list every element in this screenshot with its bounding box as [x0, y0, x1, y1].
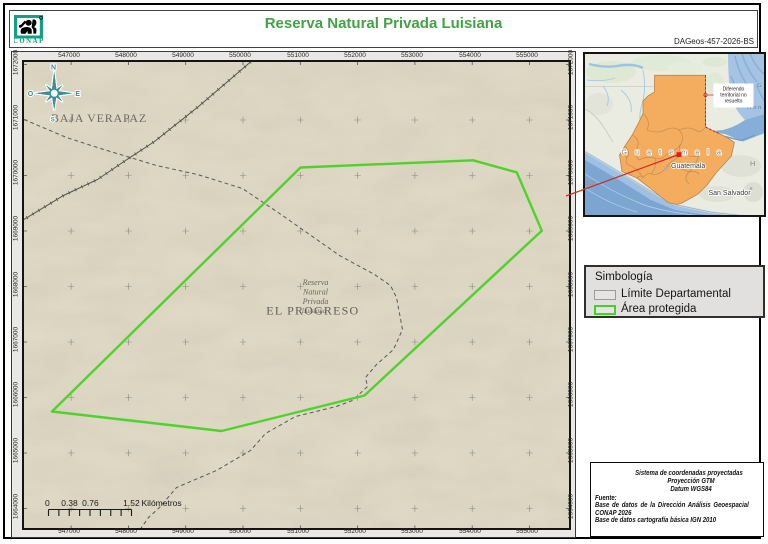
svg-text:resuelto: resuelto: [725, 99, 743, 105]
svg-text:Privada: Privada: [301, 297, 328, 306]
svg-text:S: S: [50, 117, 54, 123]
svg-text:O: O: [27, 90, 33, 97]
svg-text:G u a t e m a l a: G u a t e m a l a: [622, 150, 725, 157]
svg-text:CONAP: CONAP: [14, 38, 45, 45]
svg-text:N: N: [50, 64, 55, 71]
svg-text:Natural: Natural: [302, 287, 329, 296]
svg-text:E: E: [75, 90, 80, 97]
svg-text:0.38: 0.38: [61, 498, 78, 508]
svg-text:22t: 22t: [586, 180, 595, 187]
svg-text:Guatemala: Guatemala: [671, 163, 705, 170]
svg-text:BAJA VERAPAZ: BAJA VERAPAZ: [51, 111, 147, 125]
svg-text:San Salvador: San Salvador: [709, 190, 752, 197]
svg-text:H o: H o: [750, 159, 765, 168]
svg-text:0: 0: [45, 498, 50, 508]
svg-text:Kilómetros: Kilómetros: [141, 498, 181, 508]
svg-text:Reserva: Reserva: [301, 278, 328, 287]
svg-text:0.76: 0.76: [82, 498, 99, 508]
svg-text:G: G: [757, 82, 762, 89]
svg-text:1.52: 1.52: [123, 498, 140, 508]
